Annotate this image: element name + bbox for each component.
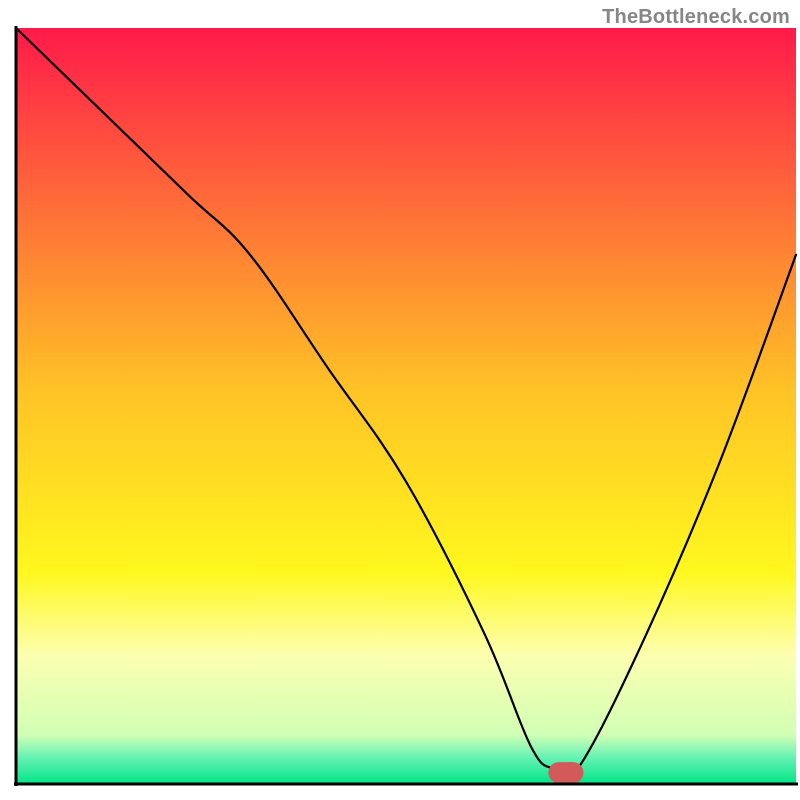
bottleneck-chart	[0, 0, 800, 800]
chart-container: TheBottleneck.com	[0, 0, 800, 800]
watermark-text: TheBottleneck.com	[602, 6, 790, 29]
optimal-marker	[548, 762, 583, 783]
plot-area	[14, 26, 798, 786]
